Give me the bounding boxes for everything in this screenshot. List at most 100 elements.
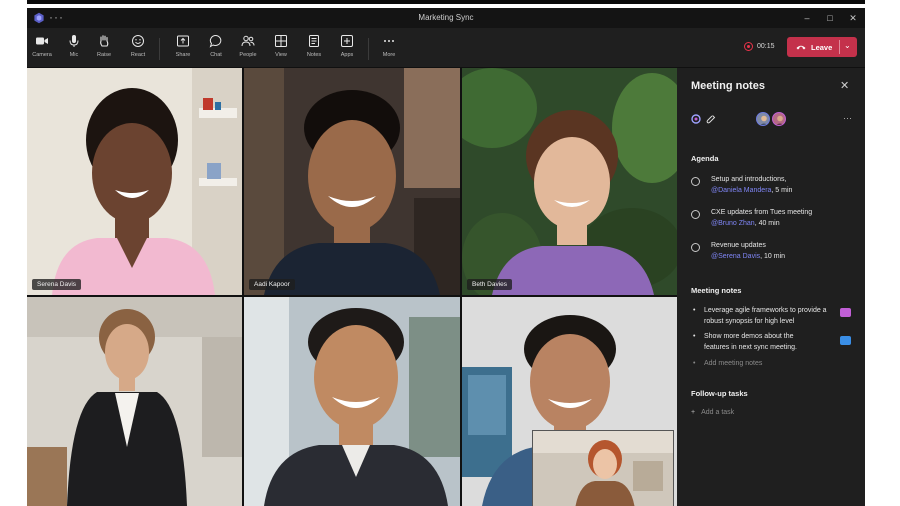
share-label: Share — [175, 52, 191, 58]
camera-label: Camera — [32, 52, 52, 58]
participant-video — [244, 68, 460, 295]
video-tile[interactable]: Aadi Kapoor — [244, 68, 460, 295]
people-label: People — [239, 52, 257, 58]
call-duration: 00:15 — [757, 43, 775, 50]
agenda-topic: Revenue updates — [711, 242, 766, 249]
add-task-label: Add a task — [701, 409, 735, 416]
react-icon — [132, 35, 144, 47]
agenda-duration: , 10 min — [760, 253, 786, 260]
participant-video — [462, 68, 677, 295]
more-button[interactable]: More — [374, 34, 404, 64]
video-tile[interactable]: Serena Davis — [27, 68, 242, 295]
chevron-down-icon[interactable]: ⌄ — [844, 41, 851, 50]
bullet-icon: • — [693, 360, 696, 367]
more-options-icon[interactable]: ··· — [843, 113, 852, 123]
mention-link[interactable]: @Bruno Zhan — [711, 220, 755, 227]
leave-button[interactable]: Leave ⌄ — [787, 37, 857, 57]
panel-title: Meeting notes — [691, 80, 765, 92]
participant-video — [27, 297, 242, 506]
notes-button[interactable]: Notes — [299, 34, 329, 64]
video-tile[interactable] — [27, 297, 242, 506]
self-view-video[interactable] — [532, 430, 674, 506]
view-button[interactable]: View — [266, 34, 296, 64]
apps-icon — [341, 35, 353, 47]
more-icon — [384, 40, 394, 42]
self-video-feed — [533, 431, 673, 506]
maximize-button[interactable]: □ — [820, 11, 840, 25]
participant-name: Serena Davis — [32, 279, 82, 290]
collaborator-avatar — [756, 112, 770, 126]
agenda-topic: CXE updates from Tues meeting — [711, 209, 813, 216]
bullet-icon: • — [693, 307, 696, 314]
note-text: Leverage agile frameworks to provide a r… — [704, 305, 844, 327]
note-item[interactable]: • Leverage agile frameworks to provide a… — [693, 305, 853, 327]
raise-hand-button[interactable]: Raise — [89, 34, 119, 64]
close-icon[interactable]: ✕ — [840, 79, 849, 92]
hang-up-icon — [796, 45, 806, 50]
bullet-icon: • — [693, 333, 696, 340]
people-button[interactable]: People — [233, 34, 263, 64]
agenda-item-text: Setup and introductions, @Daniela Mander… — [711, 174, 851, 196]
camera-button[interactable]: Camera — [27, 34, 57, 64]
add-task-button[interactable]: + Add a task — [691, 409, 734, 416]
link-icon[interactable] — [706, 114, 716, 124]
checkbox-circle-icon[interactable] — [691, 243, 700, 252]
add-note-placeholder: Add meeting notes — [704, 360, 763, 367]
notes-label: Notes — [306, 52, 322, 58]
notes-icon — [309, 35, 319, 47]
note-text: Show more demos about the features in ne… — [704, 331, 844, 353]
meeting-toolbar: Camera Mic Raise React Share Chat People — [27, 28, 865, 68]
toolbar-divider — [159, 38, 160, 60]
more-label: More — [382, 52, 396, 58]
view-label: View — [275, 52, 287, 58]
avatar-image — [776, 115, 784, 125]
react-button[interactable]: React — [123, 34, 153, 64]
raise-label: Raise — [96, 52, 112, 58]
recording-indicator: 00:15 — [744, 42, 775, 51]
meeting-notes-panel: Meeting notes ✕ ··· Agenda Setup and int… — [677, 68, 865, 506]
collaborator-cursor-icon — [840, 308, 851, 317]
share-button[interactable]: Share — [168, 34, 198, 64]
checkbox-circle-icon[interactable] — [691, 210, 700, 219]
top-border — [27, 0, 865, 4]
share-icon — [177, 35, 189, 47]
checkbox-circle-icon[interactable] — [691, 177, 700, 186]
video-tile[interactable]: Beth Davies — [462, 68, 677, 295]
camera-icon — [36, 37, 48, 45]
avatar-image — [760, 115, 768, 125]
note-line: features in next sync meeting. — [704, 344, 797, 351]
apps-label: Apps — [340, 52, 354, 58]
plus-icon: + — [691, 409, 696, 416]
participant-video — [244, 297, 460, 506]
video-tile[interactable] — [244, 297, 460, 506]
window-title: Marketing Sync — [418, 13, 474, 22]
agenda-duration: , 5 min — [771, 187, 793, 194]
chat-button[interactable]: Chat — [201, 34, 231, 64]
agenda-item-text: CXE updates from Tues meeting @Bruno Zha… — [711, 207, 851, 229]
close-window-button[interactable]: ✕ — [843, 11, 863, 25]
agenda-item-text: Revenue updates @Serena Davis, 10 min — [711, 240, 851, 262]
teams-meeting-window: ··· Marketing Sync – □ ✕ Camera Mic Rais… — [27, 8, 865, 506]
apps-button[interactable]: Apps — [332, 34, 362, 64]
note-line: Leverage agile frameworks to provide a — [704, 307, 827, 314]
mic-label: Mic — [69, 52, 79, 58]
note-item[interactable]: • Show more demos about the features in … — [693, 331, 853, 353]
mention-link[interactable]: @Serena Davis — [711, 253, 760, 260]
participant-video — [27, 68, 242, 295]
toolbar-divider — [368, 38, 369, 60]
add-note-field[interactable]: • Add meeting notes — [693, 358, 853, 369]
raise-hand-icon — [100, 35, 109, 47]
follow-up-tasks-heading: Follow-up tasks — [691, 389, 748, 398]
leave-label: Leave — [811, 42, 833, 52]
loop-icon[interactable] — [691, 114, 701, 124]
mic-icon — [69, 35, 79, 47]
participant-name: Beth Davies — [467, 279, 513, 290]
mic-button[interactable]: Mic — [59, 34, 89, 64]
agenda-topic: Setup and introductions, — [711, 176, 787, 183]
minimize-button[interactable]: – — [797, 11, 817, 25]
people-icon — [241, 35, 255, 47]
participant-name: Aadi Kapoor — [249, 279, 295, 290]
chat-icon — [209, 34, 222, 48]
react-label: React — [130, 52, 146, 58]
mention-link[interactable]: @Daniela Mandera — [711, 187, 771, 194]
